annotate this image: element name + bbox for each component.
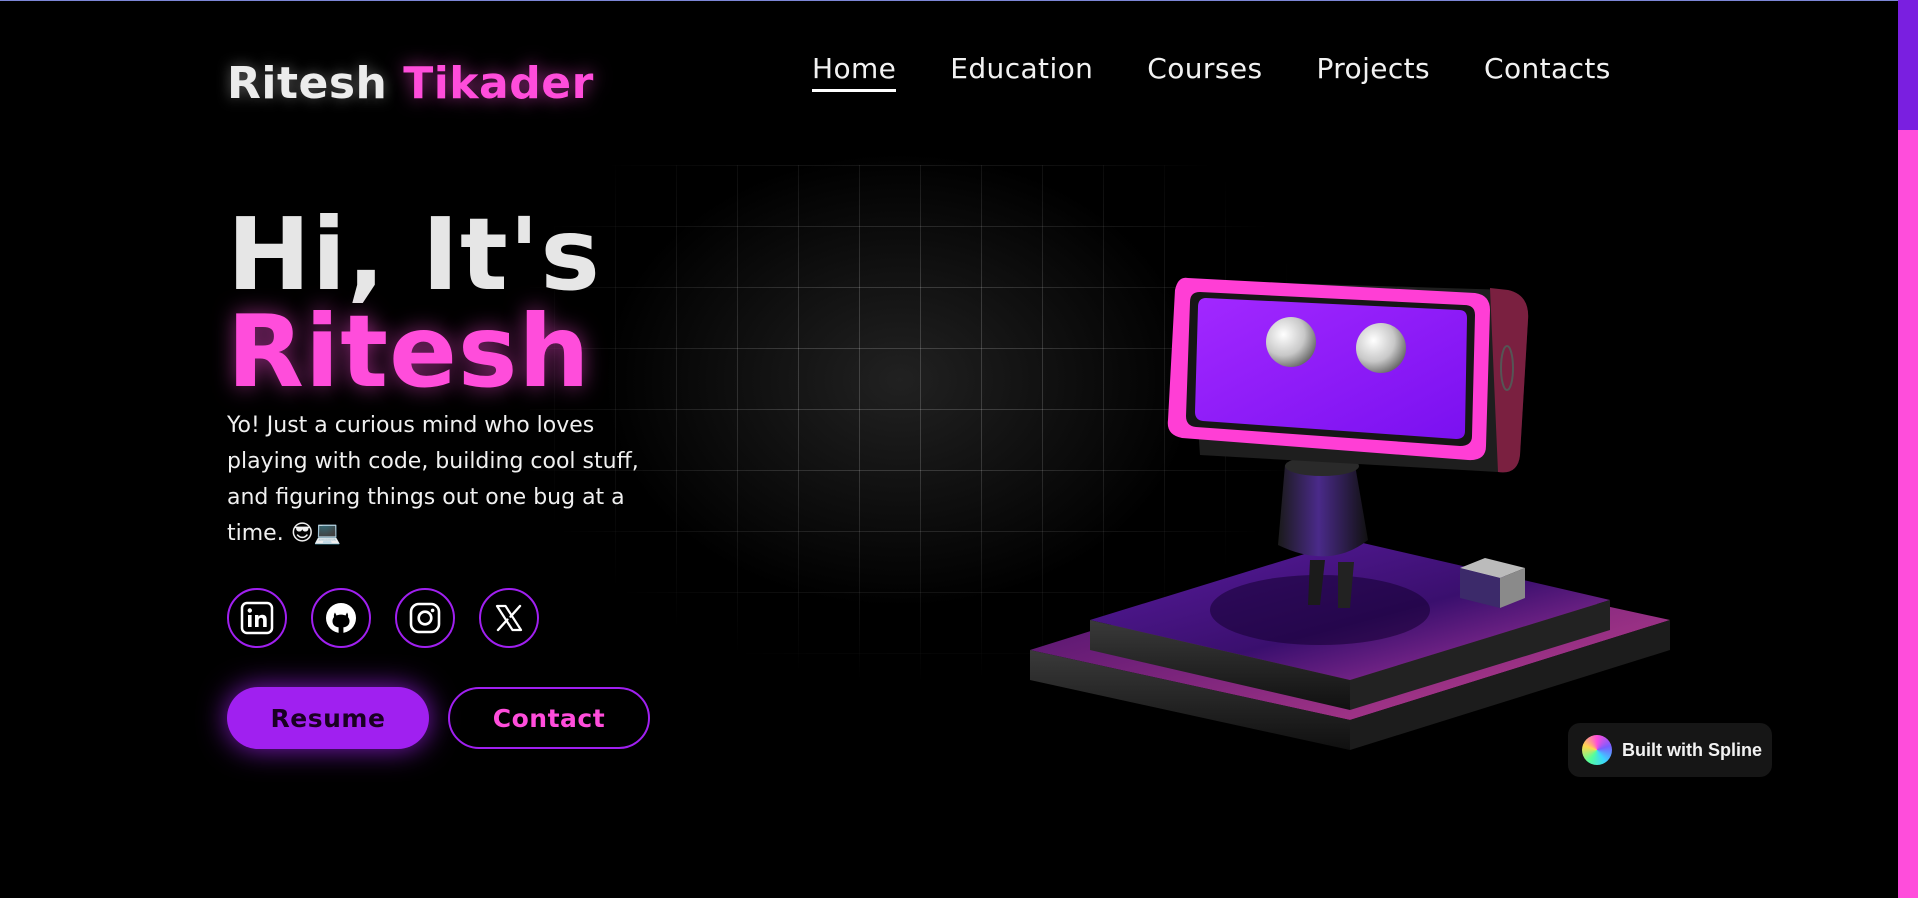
site-logo[interactable]: Ritesh Tikader — [227, 58, 594, 109]
logo-last-name: Tikader — [403, 58, 594, 109]
github-link[interactable] — [311, 588, 371, 648]
instagram-link[interactable] — [395, 588, 455, 648]
robot-illustration[interactable] — [1020, 250, 1680, 790]
github-icon — [326, 603, 356, 634]
nav-link-courses[interactable]: Courses — [1147, 52, 1262, 92]
hero-greeting: Hi, It's — [227, 196, 601, 313]
x-icon — [495, 604, 523, 632]
hero-name: Ritesh — [227, 293, 591, 410]
linkedin-icon — [240, 601, 274, 635]
nav-link-contacts[interactable]: Contacts — [1484, 52, 1611, 92]
linkedin-link[interactable] — [227, 588, 287, 648]
nav-link-projects[interactable]: Projects — [1316, 52, 1430, 92]
top-border — [0, 0, 1898, 1]
main-nav: Home Education Courses Projects Contacts — [812, 52, 1611, 92]
nav-link-education[interactable]: Education — [950, 52, 1093, 92]
scrollbar-track[interactable] — [1898, 0, 1918, 898]
contact-button[interactable]: Contact — [448, 687, 650, 749]
instagram-icon — [409, 602, 441, 634]
x-link[interactable] — [479, 588, 539, 648]
scrollbar-thumb[interactable] — [1898, 0, 1918, 130]
spline-logo-icon — [1582, 735, 1612, 765]
hero-description: Yo! Just a curious mind who loves playin… — [227, 413, 639, 546]
nav-link-home[interactable]: Home — [812, 52, 897, 92]
logo-first-name: Ritesh — [227, 58, 388, 109]
social-links — [227, 588, 539, 648]
spline-badge-label: Built with Spline — [1622, 739, 1762, 760]
resume-button[interactable]: Resume — [227, 687, 429, 749]
spline-badge[interactable]: Built with Spline — [1568, 723, 1772, 777]
